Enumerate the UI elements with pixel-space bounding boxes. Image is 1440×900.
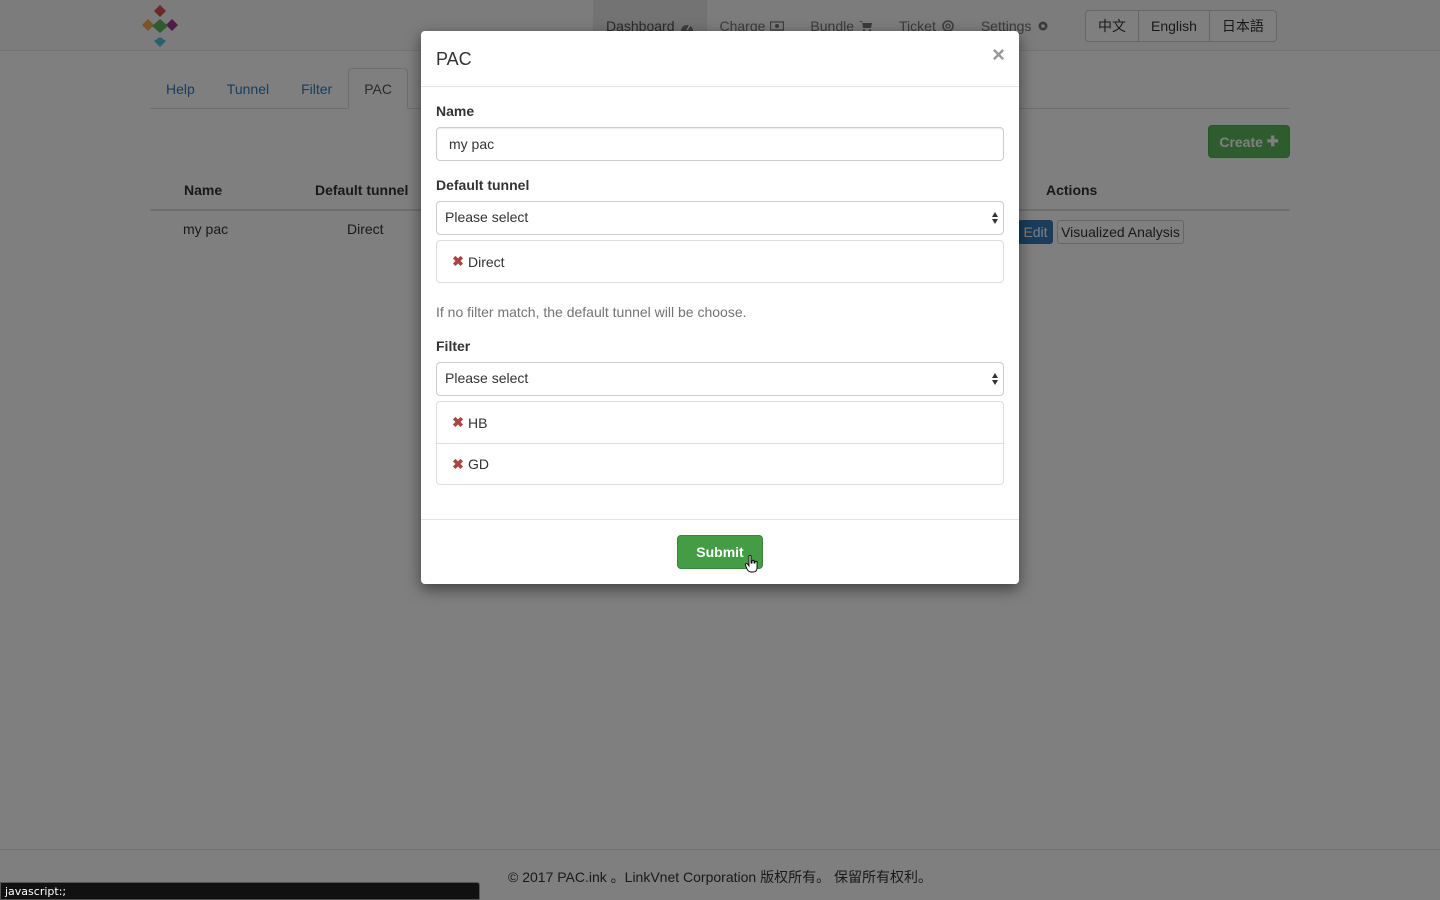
browser-status-bar: javascript:; <box>0 882 480 900</box>
filter-label: Filter <box>436 338 471 354</box>
name-input[interactable] <box>436 127 1004 161</box>
list-item: ✖ HB <box>437 402 1003 443</box>
filter-select[interactable]: Please select <box>436 362 1004 396</box>
list-item: ✖ Direct <box>437 241 1003 282</box>
remove-icon[interactable]: ✖ <box>452 414 464 431</box>
pac-modal: PAC × Name Default tunnel Please select … <box>421 31 1019 584</box>
modal-title: PAC <box>436 49 472 69</box>
modal-header: PAC × <box>421 31 1019 87</box>
default-tunnel-select[interactable]: Please select <box>436 201 1004 235</box>
remove-icon[interactable]: ✖ <box>452 253 464 270</box>
list-item: ✖ GD <box>437 443 1003 484</box>
filter-list: ✖ HB ✖ GD <box>436 401 1004 485</box>
filter-item-label: GD <box>468 456 489 472</box>
filter-select-value: Please select <box>445 370 529 386</box>
default-tunnel-label: Default tunnel <box>436 177 530 193</box>
remove-icon[interactable]: ✖ <box>452 456 464 473</box>
default-tunnel-list: ✖ Direct <box>436 240 1004 283</box>
name-label: Name <box>436 103 475 119</box>
select-arrows-icon <box>992 373 998 385</box>
hand-cursor-icon <box>745 555 758 573</box>
default-tunnel-item-label: Direct <box>468 253 505 270</box>
modal-footer: Submit <box>421 519 1019 584</box>
select-arrows-icon <box>992 212 998 224</box>
close-icon[interactable]: × <box>992 43 1005 67</box>
filter-item-label: HB <box>468 414 488 431</box>
default-tunnel-select-value: Please select <box>445 209 529 225</box>
help-text: If no filter match, the default tunnel w… <box>436 304 747 320</box>
